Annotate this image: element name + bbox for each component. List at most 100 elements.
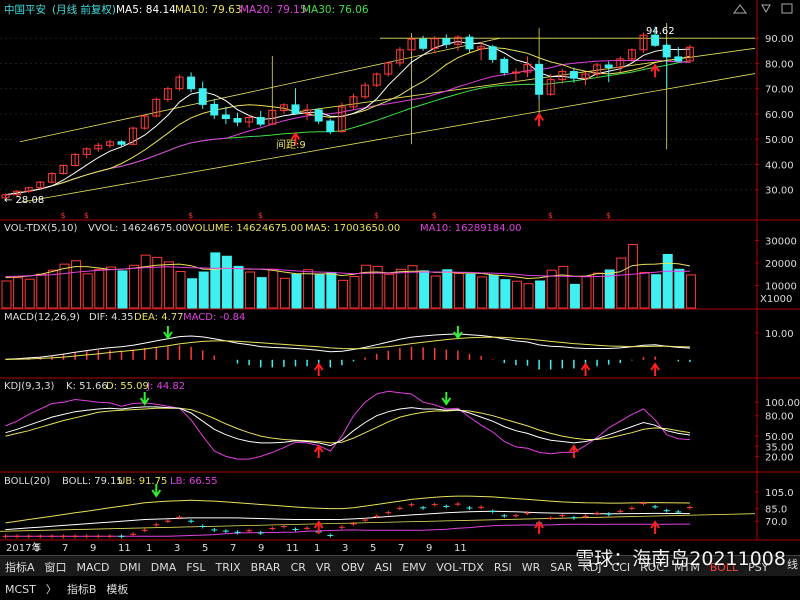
signal-marker-icon: $ [548, 211, 553, 220]
volume-bar [140, 254, 151, 309]
time-axis-label: 3 [342, 543, 348, 554]
high-price-label: 94.62 [646, 26, 675, 37]
volume-bar [500, 279, 511, 309]
volume-bar [384, 273, 395, 309]
toolbar-item-trix[interactable]: TRIX [210, 558, 245, 578]
time-axis-label: 7 [230, 543, 236, 554]
candle [604, 64, 613, 69]
y-tick-label: 100.00 [765, 398, 800, 409]
volume-bar [268, 268, 279, 309]
buy-arrow-icon [534, 520, 544, 534]
candle [210, 103, 219, 116]
volume-bar [477, 276, 488, 309]
volume-bar [210, 252, 221, 309]
y-tick-label: 40.00 [765, 160, 794, 171]
toolbar-item-dmi[interactable]: DMI [115, 558, 146, 578]
volume-bar [163, 261, 174, 309]
toolbar-item-vr[interactable]: VR [311, 558, 336, 578]
signal-marker-icon: $ [258, 211, 263, 220]
toolbar-item-macd[interactable]: MACD [72, 558, 115, 578]
sell-arrow-icon [139, 392, 150, 406]
minimize-icon[interactable] [761, 4, 771, 14]
candle [117, 141, 126, 145]
candle [500, 58, 509, 74]
low-price-label: ← 28.08 [4, 195, 44, 206]
time-axis-label: 9 [258, 543, 264, 554]
time-axis-label: 11 [454, 543, 467, 554]
toolbar-item-指标b[interactable]: 指标B [62, 580, 102, 600]
y-tick-label: 90.00 [765, 34, 794, 45]
sell-arrow-icon [163, 326, 173, 340]
toolbar-item-fsl[interactable]: FSL [181, 558, 210, 578]
y-tick-label: 80.00 [765, 412, 794, 423]
ub-label: UB: 91.75 [118, 476, 167, 487]
stock-name: 中国平安 [4, 3, 46, 16]
volume-bar [198, 271, 209, 309]
vol-indicator-name: VOL-TDX(5,10) [4, 223, 77, 234]
time-axis-label: 9 [426, 543, 432, 554]
toolbar-item-emv[interactable]: EMV [397, 558, 431, 578]
boll-mid-line [5, 510, 690, 531]
volume-label: VOLUME: 14624675.00 [188, 223, 303, 234]
toolbar-item-sar[interactable]: SAR [545, 558, 577, 578]
volume-bar [337, 279, 348, 309]
candle [442, 38, 451, 45]
toolbar-item-rsi[interactable]: RSI [489, 558, 517, 578]
toolbar-item-asi[interactable]: ASI [369, 558, 397, 578]
candle [187, 76, 196, 90]
time-axis-label: 1 [314, 543, 320, 554]
y-tick-label: 70.00 [765, 85, 794, 96]
toolbar-item-窗口[interactable]: 窗口 [40, 558, 72, 578]
candle [662, 44, 671, 58]
signal-marker-icon: $ [61, 211, 66, 220]
vol-ma10-label: MA10: 16289184.00 [420, 223, 522, 234]
candle [419, 38, 428, 49]
time-axis-label: 11 [286, 543, 299, 554]
toolbar-item-cr[interactable]: CR [286, 558, 311, 578]
candle [535, 63, 544, 95]
j-line [5, 390, 690, 460]
volume-bar [105, 266, 116, 309]
toolbar-item-〉[interactable]: 〉 [41, 580, 62, 600]
ma20-line [5, 59, 690, 196]
settings-icon[interactable] [781, 3, 793, 14]
y-tick-label: 10.00 [765, 329, 794, 340]
y-tick-label: 105.0 [765, 488, 794, 499]
ma5-line [5, 40, 690, 196]
ma20-label: MA20: 79.15 [240, 4, 307, 16]
volume-bar [395, 268, 406, 309]
scroll-up-icon[interactable] [733, 4, 747, 14]
toolbar-item-dma[interactable]: DMA [146, 558, 182, 578]
volume-bar [47, 269, 58, 309]
toolbar-item-wr[interactable]: WR [517, 558, 546, 578]
toolbar-item-obv[interactable]: OBV [336, 558, 369, 578]
signal-marker-icon: $ [188, 211, 193, 220]
toolbar-item-vol-tdx[interactable]: VOL-TDX [431, 558, 489, 578]
candle [569, 71, 578, 79]
stock-chart-canvas[interactable]: 30.00 40.00 50.00 60.00 70.00 80.00 90.00 $ $ $ $ $… [0, 0, 800, 555]
trend-line [19, 73, 756, 203]
volume-bar [430, 275, 441, 309]
toolbar-item-brar[interactable]: BRAR [246, 558, 286, 578]
candle [291, 104, 300, 114]
toolbar-item-mcst[interactable]: MCST [0, 580, 41, 600]
volume-bar [1, 280, 12, 309]
y-tick-label: 35.00 [765, 442, 794, 453]
time-axis-label: 9 [90, 543, 96, 554]
stock-period: (月线 前复权) [52, 3, 116, 16]
y-tick-label: 70.0 [765, 517, 787, 528]
buy-arrow-icon [569, 444, 579, 458]
volume-bar [419, 270, 430, 309]
macd-indicator-name: MACD(12,26,9) [4, 312, 80, 323]
volume-bar [221, 255, 232, 309]
k-label: K: 51.66 [66, 381, 108, 392]
y-tick-label: 20000 [765, 259, 797, 270]
volume-bar [71, 260, 82, 309]
volume-bar [314, 274, 325, 309]
ma30-label: MA30: 76.06 [302, 4, 369, 16]
toolbar-item-指标a[interactable]: 指标A [0, 558, 40, 578]
volume-bar [616, 257, 627, 309]
vol-unit-label: X1000 [760, 294, 792, 305]
toolbar-item-模板[interactable]: 模板 [101, 580, 133, 600]
macd-value-label: MACD: -0.84 [183, 312, 245, 323]
